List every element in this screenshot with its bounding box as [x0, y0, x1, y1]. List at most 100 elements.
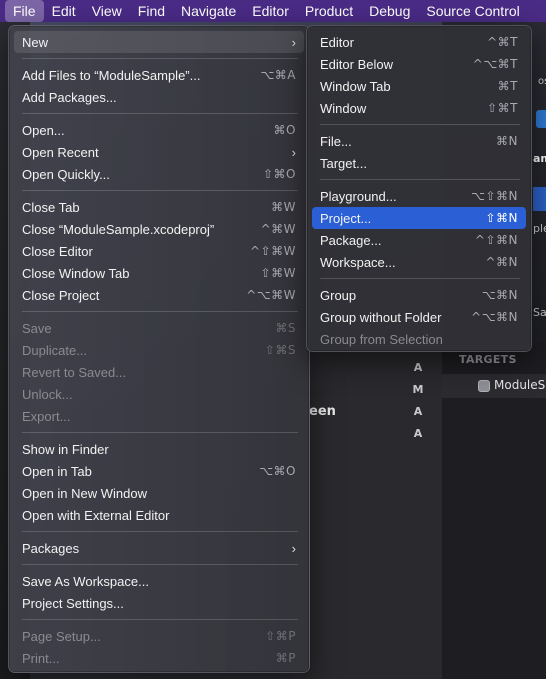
menu-item-label: New: [22, 34, 49, 50]
submenu-item-window-tab[interactable]: Window Tab ⌘T: [312, 75, 526, 97]
menu-item-shortcut: ⌘W: [271, 200, 296, 214]
menu-item-open-quickly[interactable]: Open Quickly... ⇧⌘O: [14, 163, 304, 185]
menu-item-label: Group from Selection: [320, 331, 443, 347]
submenu-item-window[interactable]: Window ⇧⌘T: [312, 97, 526, 119]
menu-item-label: Playground...: [320, 188, 397, 204]
menu-separator: [22, 432, 298, 433]
submenu-item-target[interactable]: Target...: [312, 152, 526, 174]
menu-item-label: Add Files to “ModuleSample”...: [22, 67, 201, 83]
menu-item-save-as-workspace[interactable]: Save As Workspace...: [14, 570, 304, 592]
menu-item-label: Project Settings...: [22, 595, 124, 611]
menu-item-close-project[interactable]: Close Project ^⌥⌘W: [14, 284, 304, 306]
editor-fragment-2: ple: [533, 222, 546, 235]
menubar-editor[interactable]: Editor: [244, 0, 297, 22]
file-status-added: A: [413, 361, 423, 374]
menu-item-shortcut: ⇧⌘T: [487, 101, 518, 115]
menu-item-shortcut: ^⌘T: [487, 35, 518, 49]
file-status-modified: M: [412, 383, 424, 396]
menu-item-shortcut: ⌥⌘N: [481, 288, 518, 302]
menu-item-label: Workspace...: [320, 254, 396, 270]
menu-item-close-project-file[interactable]: Close “ModuleSample.xcodeproj” ^⌘W: [14, 218, 304, 240]
chevron-right-icon: ›: [291, 34, 296, 50]
chevron-right-icon: ›: [291, 144, 296, 160]
menu-item-unlock: Unlock...: [14, 383, 304, 405]
navigator-file-fragment[interactable]: een: [309, 404, 336, 419]
menu-item-label: Revert to Saved...: [22, 364, 127, 380]
editor-fragment-1: am: [533, 152, 546, 165]
menu-item-duplicate: Duplicate... ⇧⌘S: [14, 339, 304, 361]
submenu-item-project[interactable]: Project... ⇧⌘N: [312, 207, 526, 229]
menu-item-shortcut: ⇧⌘W: [260, 266, 296, 280]
navigator-list-panel: [300, 350, 442, 679]
menu-item-open-in-tab[interactable]: Open in Tab ⌥⌘O: [14, 460, 304, 482]
menubar-file[interactable]: File: [5, 0, 44, 22]
menu-separator: [22, 619, 298, 620]
menu-item-label: Page Setup...: [22, 628, 101, 644]
menu-item-project-settings[interactable]: Project Settings...: [14, 592, 304, 614]
editor-selected-fragment[interactable]: [533, 187, 546, 211]
menu-item-label: Add Packages...: [22, 89, 117, 105]
menu-item-label: Project...: [320, 210, 372, 226]
target-name[interactable]: ModuleSa: [494, 378, 546, 392]
menu-item-label: Close “ModuleSample.xcodeproj”: [22, 221, 215, 237]
menu-item-label: Window Tab: [320, 78, 391, 94]
menu-item-open-external-editor[interactable]: Open with External Editor: [14, 504, 304, 526]
menu-item-show-in-finder[interactable]: Show in Finder: [14, 438, 304, 460]
menu-item-label: Save As Workspace...: [22, 573, 149, 589]
menu-item-shortcut: ⇧⌘O: [263, 167, 296, 181]
menubar-debug[interactable]: Debug: [361, 0, 418, 22]
menu-separator: [22, 58, 298, 59]
menu-item-label: Package...: [320, 232, 382, 248]
menu-item-open[interactable]: Open... ⌘O: [14, 119, 304, 141]
menu-item-open-recent[interactable]: Open Recent ›: [14, 141, 304, 163]
menu-item-print: Print... ⌘P: [14, 647, 304, 669]
submenu-item-group[interactable]: Group ⌥⌘N: [312, 284, 526, 306]
menu-item-label: Close Editor: [22, 243, 93, 259]
target-app-icon: [478, 380, 490, 392]
menu-item-shortcut: ⌘S: [275, 321, 296, 335]
menu-item-add-packages[interactable]: Add Packages...: [14, 86, 304, 108]
menu-item-packages[interactable]: Packages ›: [14, 537, 304, 559]
menu-bar: File Edit View Find Navigate Editor Prod…: [0, 0, 546, 22]
menu-separator: [22, 311, 298, 312]
menubar-edit[interactable]: Edit: [44, 0, 84, 22]
menu-item-page-setup: Page Setup... ⇧⌘P: [14, 625, 304, 647]
menu-item-add-files[interactable]: Add Files to “ModuleSample”... ⌥⌘A: [14, 64, 304, 86]
menu-item-open-in-new-window[interactable]: Open in New Window: [14, 482, 304, 504]
submenu-item-file[interactable]: File... ⌘N: [312, 130, 526, 152]
new-submenu: Editor ^⌘T Editor Below ^⌥⌘T Window Tab …: [306, 25, 532, 352]
menu-item-shortcut: ^⌥⌘T: [472, 57, 518, 71]
editor-blue-chip: [536, 110, 546, 128]
menu-item-shortcut: ⇧⌘P: [265, 629, 296, 643]
menu-item-label: Save: [22, 320, 52, 336]
menu-separator: [22, 113, 298, 114]
submenu-item-editor[interactable]: Editor ^⌘T: [312, 31, 526, 53]
file-menu: New › Add Files to “ModuleSample”... ⌥⌘A…: [8, 25, 310, 673]
menubar-source-control[interactable]: Source Control: [418, 0, 527, 22]
menu-item-close-tab[interactable]: Close Tab ⌘W: [14, 196, 304, 218]
submenu-item-package[interactable]: Package... ^⇧⌘N: [312, 229, 526, 251]
menubar-view[interactable]: View: [84, 0, 130, 22]
menu-item-close-window-tab[interactable]: Close Window Tab ⇧⌘W: [14, 262, 304, 284]
menu-item-label: Close Tab: [22, 199, 80, 215]
menu-item-label: Show in Finder: [22, 441, 109, 457]
submenu-item-playground[interactable]: Playground... ⌥⇧⌘N: [312, 185, 526, 207]
menu-separator: [22, 531, 298, 532]
menu-item-label: Export...: [22, 408, 71, 424]
menu-item-shortcut: ^⇧⌘N: [474, 233, 518, 247]
menu-item-label: Editor Below: [320, 56, 393, 72]
menu-separator: [320, 179, 520, 180]
submenu-item-group-without-folder[interactable]: Group without Folder ^⌥⌘N: [312, 306, 526, 328]
menubar-product[interactable]: Product: [297, 0, 361, 22]
submenu-item-workspace[interactable]: Workspace... ^⌘N: [312, 251, 526, 273]
menu-item-label: Close Window Tab: [22, 265, 130, 281]
menubar-navigate[interactable]: Navigate: [173, 0, 244, 22]
submenu-item-editor-below[interactable]: Editor Below ^⌥⌘T: [312, 53, 526, 75]
menu-item-shortcut: ⇧⌘S: [264, 343, 296, 357]
menu-item-export: Export...: [14, 405, 304, 427]
menu-item-new[interactable]: New ›: [14, 31, 304, 53]
menubar-find[interactable]: Find: [130, 0, 173, 22]
menu-item-label: Open...: [22, 122, 65, 138]
menu-item-label: File...: [320, 133, 352, 149]
menu-item-close-editor[interactable]: Close Editor ^⇧⌘W: [14, 240, 304, 262]
